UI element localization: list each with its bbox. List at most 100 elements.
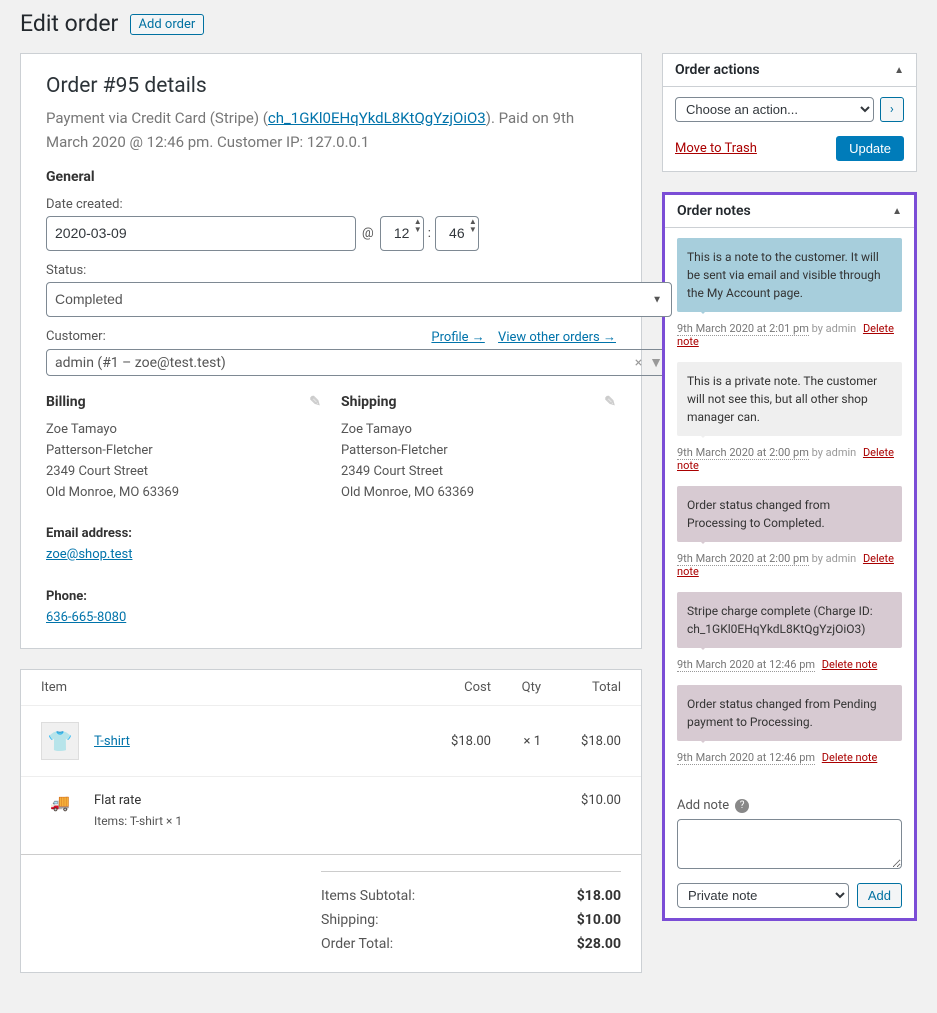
note-content: This is a note to the customer. It will … — [677, 238, 902, 312]
order-notes-box: Order notes ▲ This is a note to the custo… — [662, 192, 917, 921]
note-timestamp: 9th March 2020 at 2:01 pm — [677, 322, 809, 336]
billing-street: 2349 Court Street — [46, 462, 321, 483]
shipping-street: 2349 Court Street — [341, 462, 616, 483]
col-cost: Cost — [411, 680, 491, 695]
shipping-city: Old Monroe, MO 63369 — [341, 483, 616, 504]
note-meta: 9th March 2020 at 2:01 pm by admin Delet… — [677, 322, 902, 348]
subtotal-label: Items Subtotal: — [321, 888, 415, 904]
status-label: Status: — [46, 263, 616, 278]
order-meta: Payment via Credit Card (Stripe) (ch_1GK… — [46, 106, 616, 154]
order-notes-heading: Order notes — [677, 203, 751, 219]
delete-note-link[interactable]: Delete note — [822, 658, 878, 671]
billing-name: Zoe Tamayo — [46, 420, 321, 441]
shipping-method-name: Flat rate — [94, 793, 411, 808]
customer-value: admin (#1 – zoe@test.test) — [55, 355, 226, 371]
note-author: by admin — [809, 322, 859, 335]
order-note: This is a note to the customer. It will … — [677, 238, 902, 348]
note-content: Stripe charge complete (Charge ID: ch_1G… — [677, 592, 902, 648]
order-actions-heading: Order actions — [675, 62, 760, 78]
shipping-company: Patterson-Fletcher — [341, 441, 616, 462]
note-textarea[interactable] — [677, 819, 902, 869]
time-colon: : — [428, 226, 431, 241]
clear-customer-icon[interactable]: × ▼ — [635, 354, 663, 371]
note-meta: 9th March 2020 at 2:00 pm by admin Delet… — [677, 552, 902, 578]
shipping-items: Items: T-shirt × 1 — [94, 814, 411, 828]
profile-link[interactable]: Profile → — [431, 330, 484, 345]
billing-heading: Billing — [46, 394, 86, 410]
payment-prefix: Payment via Credit Card (Stripe) ( — [46, 109, 268, 127]
product-qty: × 1 — [491, 734, 541, 749]
note-timestamp: 9th March 2020 at 2:00 pm — [677, 552, 809, 566]
status-select[interactable]: Completed — [46, 282, 672, 317]
hour-spinner-icon: ▲▼ — [414, 218, 422, 234]
billing-email-link[interactable]: zoe@shop.test — [46, 547, 132, 562]
move-to-trash-link[interactable]: Move to Trash — [675, 141, 757, 156]
product-link[interactable]: T-shirt — [94, 734, 130, 749]
note-type-select[interactable]: Private note — [677, 883, 849, 908]
order-items-box: Item Cost Qty Total 👕 T-shirt $18.00 × 1… — [20, 669, 642, 973]
charge-link[interactable]: ch_1GKl0EHqYkdL8KtQgYzjOiO3 — [268, 109, 486, 127]
date-label: Date created: — [46, 197, 616, 212]
shipping-label: Shipping: — [321, 912, 379, 928]
help-icon[interactable]: ? — [735, 799, 749, 813]
edit-shipping-icon[interactable]: ✎ — [604, 394, 616, 410]
order-action-select[interactable]: Choose an action... — [675, 97, 874, 122]
billing-company: Patterson-Fletcher — [46, 441, 321, 462]
minute-spinner-icon: ▲▼ — [469, 218, 477, 234]
note-timestamp: 9th March 2020 at 2:00 pm — [677, 446, 809, 460]
shipping-total: $10.00 — [541, 793, 621, 808]
note-timestamp: 9th March 2020 at 12:46 pm — [677, 658, 815, 672]
apply-action-button[interactable]: › — [880, 97, 904, 122]
delete-note-link[interactable]: Delete note — [822, 751, 878, 764]
note-meta: 9th March 2020 at 2:00 pm by admin Delet… — [677, 446, 902, 472]
toggle-notes-icon[interactable]: ▲ — [892, 206, 902, 217]
order-note: Order status changed from Processing to … — [677, 486, 902, 578]
shipping-line: 🚚 Flat rate Items: T-shirt × 1 $10.00 — [21, 777, 641, 844]
order-note: Stripe charge complete (Charge ID: ch_1G… — [677, 592, 902, 671]
order-data-box: Order #95 details Payment via Credit Car… — [20, 53, 642, 649]
order-actions-box: Order actions ▲ Choose an action... › Mov… — [662, 53, 917, 172]
col-total: Total — [541, 680, 621, 695]
shipping-name: Zoe Tamayo — [341, 420, 616, 441]
note-timestamp: 9th March 2020 at 12:46 pm — [677, 751, 815, 765]
note-content: Order status changed from Processing to … — [677, 486, 902, 542]
order-note: Order status changed from Pending paymen… — [677, 685, 902, 764]
customer-label: Customer: — [46, 329, 106, 345]
at-symbol: @ — [362, 226, 374, 241]
truck-icon: 🚚 — [41, 793, 79, 812]
note-content: Order status changed from Pending paymen… — [677, 685, 902, 741]
billing-phone-link[interactable]: 636-665-8080 — [46, 610, 126, 625]
note-author: by admin — [809, 552, 859, 565]
col-item: Item — [41, 680, 411, 695]
product-cost: $18.00 — [411, 734, 491, 749]
add-order-button[interactable]: Add order — [130, 14, 205, 35]
customer-select[interactable]: admin (#1 – zoe@test.test) × ▼ — [46, 349, 672, 376]
product-total: $18.00 — [541, 734, 621, 749]
shipping-value: $10.00 — [577, 912, 621, 928]
note-author — [815, 751, 818, 764]
phone-label: Phone: — [46, 589, 87, 604]
billing-city: Old Monroe, MO 63369 — [46, 483, 321, 504]
toggle-actions-icon[interactable]: ▲ — [894, 65, 904, 76]
line-item: 👕 T-shirt $18.00 × 1 $18.00 — [21, 706, 641, 777]
note-author: by admin — [809, 446, 859, 459]
note-author — [815, 658, 818, 671]
add-note-label: Add note — [677, 798, 729, 813]
order-total-label: Order Total: — [321, 936, 393, 952]
subtotal-value: $18.00 — [577, 888, 621, 904]
note-meta: 9th March 2020 at 12:46 pm Delete note — [677, 658, 902, 671]
add-note-button[interactable]: Add — [857, 883, 902, 908]
order-note: This is a private note. The customer wil… — [677, 362, 902, 472]
order-total-value: $28.00 — [577, 936, 621, 952]
product-thumb: 👕 — [41, 722, 79, 760]
general-heading: General — [46, 169, 616, 185]
page-title: Edit order — [20, 10, 118, 37]
update-button[interactable]: Update — [836, 136, 904, 161]
col-qty: Qty — [491, 680, 541, 695]
view-other-orders-link[interactable]: View other orders → — [498, 330, 616, 345]
email-label: Email address: — [46, 526, 132, 541]
date-input[interactable] — [46, 216, 356, 251]
edit-billing-icon[interactable]: ✎ — [309, 394, 321, 410]
shipping-heading: Shipping — [341, 394, 396, 410]
note-meta: 9th March 2020 at 12:46 pm Delete note — [677, 751, 902, 764]
